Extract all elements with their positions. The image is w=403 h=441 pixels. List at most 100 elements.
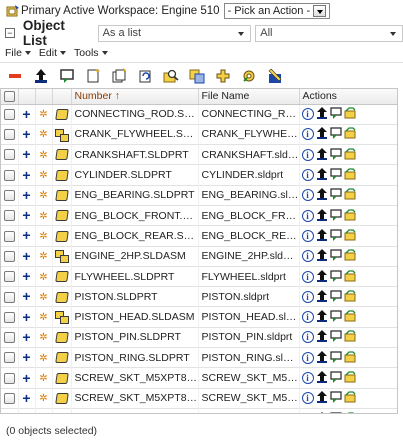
plus-icon[interactable]: + xyxy=(22,146,30,162)
row-checkbox-cell[interactable] xyxy=(1,347,19,368)
add-to-workspace-icon[interactable] xyxy=(329,290,342,304)
row-number[interactable]: CONNECTING_ROD.SLDPRT xyxy=(71,104,199,125)
check-out-icon[interactable] xyxy=(316,391,328,405)
table-row[interactable]: + ✲ CONNECTING_ROD.SLDPRTCONNECTING_ROD.s.… xyxy=(1,104,397,125)
table-row[interactable]: + ✲ SCREW_SKT_M5XPT8X18.SLDPRTSCREW_SKT_M5… xyxy=(1,367,397,389)
row-expand-cell[interactable]: + xyxy=(18,367,36,389)
table-row[interactable]: + ✲ ENG_BLOCK_FRONT.SLDPRTENG_BLOCK_FRONT.… xyxy=(1,205,397,226)
row-number[interactable]: SCREW_SKT_M5XPT8X28.SLDPRT xyxy=(71,388,199,409)
plus-icon[interactable]: + xyxy=(22,370,30,386)
table-row[interactable]: + ✲ PISTON_RING.SLDPRT PISTON_RING.sldprt i xyxy=(1,347,397,368)
number-column-header[interactable]: Number ↑ xyxy=(71,89,199,105)
add-to-workspace-icon[interactable] xyxy=(329,371,342,385)
add-to-workspace-icon[interactable] xyxy=(329,411,342,413)
plus-icon[interactable]: + xyxy=(22,390,30,406)
info-icon[interactable]: i xyxy=(301,311,314,324)
check-out-icon[interactable] xyxy=(316,168,328,182)
row-checkbox[interactable] xyxy=(3,169,15,181)
row-checkbox-cell[interactable] xyxy=(1,144,19,165)
table-row[interactable]: + ✲ FLYWHEEL.SLDPRT FLYWHEEL.sldprt i xyxy=(1,266,397,287)
add-to-workspace-icon[interactable] xyxy=(329,208,342,223)
row-checkbox-cell[interactable] xyxy=(1,205,19,226)
add-to-workspace-icon[interactable] xyxy=(58,67,75,84)
row-expand-cell[interactable]: + xyxy=(18,205,36,226)
row-number[interactable]: PISTON_RING.SLDPRT xyxy=(71,347,199,368)
add-to-workspace-icon[interactable] xyxy=(329,107,342,121)
plus-icon[interactable]: + xyxy=(22,349,30,365)
open-folder-icon[interactable] xyxy=(344,229,357,243)
add-to-workspace-icon[interactable] xyxy=(329,229,342,243)
check-out-icon[interactable] xyxy=(316,310,328,324)
row-number[interactable]: ENG_BLOCK_REAR.SLDPRT xyxy=(71,225,199,247)
add-to-workspace-icon[interactable] xyxy=(329,127,342,141)
add-to-workspace-icon[interactable] xyxy=(329,391,342,405)
row-checkbox-cell[interactable] xyxy=(1,306,19,328)
row-checkbox-cell[interactable] xyxy=(1,124,19,145)
settings-icon[interactable] xyxy=(240,67,257,84)
row-expand-cell[interactable]: + xyxy=(18,286,36,307)
open-folder-icon[interactable] xyxy=(344,148,357,162)
table-row[interactable]: + ✲ ENG_BLOCK_REAR.SLDPRTENG_BLOCK_REAR.sl… xyxy=(1,225,397,247)
row-number[interactable]: ENG_BLOCK_FRONT.SLDPRT xyxy=(71,205,199,226)
info-icon[interactable]: i xyxy=(301,290,314,303)
plus-icon[interactable]: + xyxy=(22,268,30,284)
plus-icon[interactable]: + xyxy=(22,106,30,122)
row-expand-cell[interactable]: + xyxy=(18,104,36,125)
info-icon[interactable]: i xyxy=(301,209,314,222)
info-icon[interactable]: i xyxy=(301,372,314,384)
row-expand-cell[interactable]: + xyxy=(18,408,36,413)
table-row[interactable]: + ✲ PISTON.SLDPRT PISTON.sldprt i xyxy=(1,286,397,307)
row-number[interactable]: PISTON_PIN.SLDPRT xyxy=(71,327,199,348)
row-checkbox[interactable] xyxy=(3,311,15,323)
row-number[interactable]: ENG_BEARING.SLDPRT xyxy=(71,185,199,206)
open-folder-icon[interactable] xyxy=(344,371,357,385)
row-checkbox[interactable] xyxy=(3,230,15,242)
row-checkbox[interactable] xyxy=(3,190,15,202)
check-out-icon[interactable] xyxy=(316,127,328,141)
row-number[interactable]: FLYWHEEL.SLDPRT xyxy=(71,266,199,287)
open-folder-icon[interactable] xyxy=(344,411,357,413)
row-number[interactable]: PISTON_HEAD.SLDASM xyxy=(71,306,199,328)
refresh-icon[interactable] xyxy=(136,67,153,84)
row-expand-cell[interactable]: + xyxy=(18,347,36,368)
row-checkbox-cell[interactable] xyxy=(1,327,19,348)
info-icon[interactable]: i xyxy=(301,229,314,242)
row-checkbox-cell[interactable] xyxy=(1,408,19,413)
row-number[interactable]: SCREW_SKT_M5XPT8X18.SLDPRT xyxy=(71,367,199,389)
menu-file[interactable]: File xyxy=(5,47,31,59)
check-out-icon[interactable] xyxy=(316,188,328,202)
row-checkbox[interactable] xyxy=(3,291,15,303)
row-expand-cell[interactable]: + xyxy=(18,144,36,165)
check-out-icon[interactable] xyxy=(316,208,328,223)
plus-icon[interactable]: + xyxy=(22,410,30,413)
row-number[interactable]: SPARK_PLUG_CH_J22LM.SLDPRT xyxy=(71,408,199,413)
new-copy-icon[interactable] xyxy=(110,67,127,84)
info-icon[interactable]: i xyxy=(301,189,314,202)
info-icon[interactable]: i xyxy=(301,250,314,263)
row-expand-cell[interactable]: + xyxy=(18,306,36,328)
plus-icon[interactable]: + xyxy=(22,288,30,304)
add-to-workspace-icon[interactable] xyxy=(329,249,342,263)
row-checkbox[interactable] xyxy=(3,250,15,262)
add-to-workspace-icon[interactable] xyxy=(329,269,342,284)
info-icon[interactable]: i xyxy=(301,128,314,141)
open-folder-icon[interactable] xyxy=(344,330,357,344)
open-folder-icon[interactable] xyxy=(344,310,357,324)
row-checkbox-cell[interactable] xyxy=(1,286,19,307)
table-row[interactable]: + ✲ SPARK_PLUG_CH_J22LM.SLDPRTSPARK_PLUG_C… xyxy=(1,408,397,413)
plus-icon[interactable]: + xyxy=(22,126,30,142)
plus-icon[interactable]: + xyxy=(22,248,30,264)
info-icon[interactable]: i xyxy=(301,270,314,283)
row-checkbox-cell[interactable] xyxy=(1,164,19,186)
check-out-icon[interactable] xyxy=(316,371,328,385)
table-row[interactable]: + ✲ ENGINE_2HP.SLDASM ENGINE_2HP.sldasm i xyxy=(1,246,397,267)
menu-tools[interactable]: Tools xyxy=(74,47,108,59)
row-checkbox[interactable] xyxy=(3,372,15,384)
info-icon[interactable]: i xyxy=(301,392,314,405)
row-checkbox-cell[interactable] xyxy=(1,388,19,409)
action-select[interactable]: - Pick an Action - xyxy=(223,3,331,19)
row-checkbox[interactable] xyxy=(3,271,15,283)
add-to-workspace-icon[interactable] xyxy=(329,188,342,202)
table-row[interactable]: + ✲ CRANKSHAFT.SLDPRT CRANKSHAFT.sldprt i xyxy=(1,144,397,165)
table-row[interactable]: + ✲ PISTON_HEAD.SLDASMPISTON_HEAD.sldasmi xyxy=(1,306,397,328)
